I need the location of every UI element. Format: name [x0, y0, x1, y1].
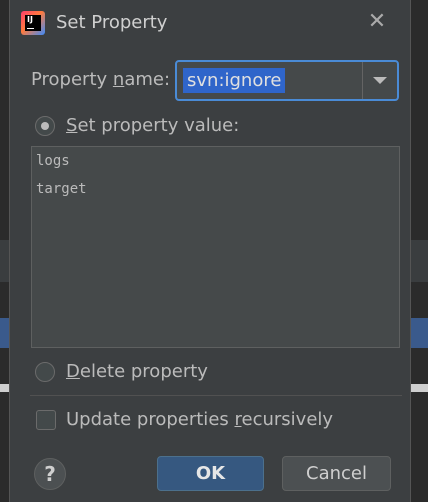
delete-property-radio[interactable] — [35, 362, 55, 382]
radio-selected-dot — [41, 122, 49, 130]
dialog-title: Set Property — [56, 12, 168, 33]
property-value-line: target — [36, 181, 87, 197]
separator — [30, 395, 402, 396]
ok-button[interactable]: OK — [157, 456, 264, 491]
title-bar: IJ Set Property ✕ — [10, 0, 410, 46]
update-recursively-label[interactable]: Update properties recursively — [66, 409, 333, 430]
property-value-textarea[interactable]: logs target — [31, 146, 400, 348]
close-icon[interactable]: ✕ — [365, 10, 389, 34]
intellij-idea-icon: IJ — [21, 11, 45, 35]
set-property-dialog: IJ Set Property ✕ Property name: svn:ign… — [9, 0, 411, 502]
help-button[interactable]: ? — [34, 458, 66, 490]
property-name-combobox[interactable]: svn:ignore — [175, 60, 399, 101]
property-name-dropdown-button[interactable] — [362, 62, 397, 99]
property-name-label: Property name: — [31, 69, 171, 90]
chevron-down-icon — [373, 77, 387, 84]
property-value-line: logs — [36, 153, 70, 169]
delete-property-label[interactable]: Delete property — [66, 361, 208, 382]
set-property-value-radio[interactable] — [35, 116, 55, 136]
set-property-value-label[interactable]: Set property value: — [66, 115, 239, 136]
update-recursively-checkbox[interactable] — [36, 410, 56, 430]
cancel-button[interactable]: Cancel — [282, 456, 391, 491]
property-name-value[interactable]: svn:ignore — [183, 68, 286, 93]
